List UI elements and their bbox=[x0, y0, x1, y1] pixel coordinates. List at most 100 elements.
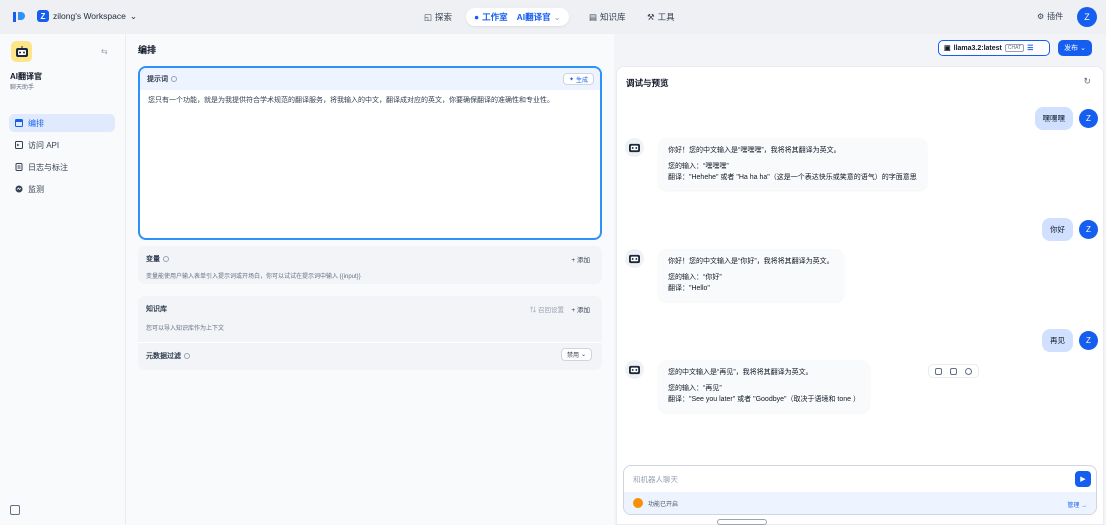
panel-toggle-icon[interactable] bbox=[10, 505, 20, 515]
editor-panel: 编排 提示词 ✦ 生成 您只有一个功能，就是为我提供符合学术规范的翻译服务，将我… bbox=[126, 34, 614, 525]
user-avatar[interactable]: Z bbox=[1077, 7, 1097, 27]
bot-message: 你好！您的中文输入是“嘿嘿嘿”，我将将其翻译为英文。 您的输入：“嘿嘿嘿” 翻译… bbox=[625, 138, 927, 190]
tools-icon: ⚒ bbox=[647, 11, 655, 22]
sparkle-icon: ✦ bbox=[568, 76, 574, 83]
bot-message-line: 翻译："See you later" 或者 "Goodbye"（取决于语境和 t… bbox=[668, 396, 861, 403]
app-name: AI翻译官 bbox=[10, 72, 42, 81]
sidebar-item-monitor[interactable]: 监测 bbox=[9, 180, 115, 198]
sidebar-item-logs[interactable]: 日志与标注 bbox=[9, 158, 115, 176]
variables-description: 变量能使用户输入表单引入提示词或开场白，你可以试试在提示词中输入 {{input… bbox=[146, 274, 361, 280]
chat-composer: ▶ 功能已开启 管理 → bbox=[623, 465, 1097, 515]
publish-button[interactable]: 发布 ⌄ bbox=[1058, 40, 1092, 56]
sidebar-item-label: 监测 bbox=[28, 184, 44, 194]
terminal-icon bbox=[15, 141, 23, 149]
bot-message-line: 翻译："Hello" bbox=[668, 285, 710, 292]
bot-message-line: 您的输入：“你好” bbox=[668, 274, 722, 281]
sidebar-menu: 编排 访问 API 日志与标注 监测 bbox=[9, 114, 115, 202]
nav-explore-label: 探索 bbox=[435, 12, 453, 22]
recall-settings-button[interactable]: ⇅ 召回设置 bbox=[530, 304, 564, 314]
divider bbox=[138, 342, 602, 343]
workspace-name: zilong's Workspace bbox=[53, 11, 126, 21]
metadata-filter-title: 元数据过滤 bbox=[146, 351, 190, 361]
model-selector[interactable]: ▣ llama3.2:latest CHAT ☰ bbox=[938, 40, 1050, 56]
info-icon[interactable] bbox=[163, 256, 169, 262]
feature-icon bbox=[633, 498, 643, 508]
user-message-bubble: 嘿嘿嘿 bbox=[1034, 107, 1073, 130]
nav-explore[interactable]: ◱ 探索 bbox=[424, 8, 452, 26]
sidebar-item-orchestrate[interactable]: 编排 bbox=[9, 114, 115, 132]
user-message-bubble: 再见 bbox=[1042, 329, 1073, 352]
regenerate-icon[interactable] bbox=[965, 367, 972, 375]
bot-message-bubble: 你好！您的中文输入是“嘿嘿嘿”，我将将其翻译为英文。 您的输入：“嘿嘿嘿” 翻译… bbox=[658, 138, 927, 190]
variables-card: 变量 + 添加 变量能使用户输入表单引入提示词或开场白，你可以试试在提示词中输入… bbox=[138, 246, 602, 284]
user-message: 嘿嘿嘿 Z bbox=[1034, 107, 1098, 130]
nav-tools[interactable]: ⚒ 工具 bbox=[647, 8, 675, 26]
manage-link[interactable]: 管理 → bbox=[1067, 500, 1087, 509]
plugin-icon: ⚙ bbox=[1037, 12, 1045, 21]
page-title: 编排 bbox=[138, 45, 157, 55]
plugins-label: 插件 bbox=[1047, 12, 1064, 21]
model-mode-badge: CHAT bbox=[1004, 44, 1025, 52]
debug-preview-panel: 调试与预览 ↻ 嘿嘿嘿 Z 你好！您的中文输入是“嘿嘿嘿”，我将将其翻译为英文。… bbox=[616, 66, 1104, 525]
user-message: 你好 Z bbox=[1042, 218, 1098, 241]
nav-tools-label: 工具 bbox=[657, 12, 675, 22]
generate-button[interactable]: ✦ 生成 bbox=[562, 73, 594, 85]
sidebar-item-label: 访问 API bbox=[28, 140, 60, 150]
add-knowledge-button[interactable]: + 添加 bbox=[571, 304, 590, 314]
sliders-icon: ☰ bbox=[1027, 45, 1034, 52]
dify-logo-icon[interactable] bbox=[12, 10, 26, 24]
send-button[interactable]: ▶ bbox=[1075, 471, 1091, 487]
bot-message-bubble: 你好！您的中文输入是“你好”，我将将其翻译为英文。 您的输入：“你好” 翻译："… bbox=[658, 249, 844, 301]
nav-studio[interactable]: ● 工作室 AI翻译官 ⌄ bbox=[466, 8, 569, 26]
prompt-textarea[interactable]: 您只有一个功能，就是为我提供符合学术规范的翻译服务，将我输入的中文，翻译成对应的… bbox=[140, 90, 600, 111]
add-variable-button[interactable]: + 添加 bbox=[571, 254, 590, 264]
nav-knowledge-label: 知识库 bbox=[600, 12, 626, 22]
bot-message-line: 你好！您的中文输入是“嘿嘿嘿”，我将将其翻译为英文。 bbox=[668, 147, 841, 154]
knowledge-card: 知识库 ⇅ 召回设置 + 添加 您可以导入知识库作为上下文 元数据过滤 禁用 ⌄ bbox=[138, 296, 602, 370]
bot-message-line: 翻译："Hehehe" 或者 "Ha ha ha"（这是一个表达快乐或笑意的语气… bbox=[668, 174, 917, 181]
bot-message: 您的中文输入是“再见”，我将将其翻译为英文。 您的输入：“再见” 翻译："See… bbox=[625, 360, 871, 412]
variables-title: 变量 bbox=[146, 254, 169, 264]
robot-avatar-icon bbox=[625, 138, 644, 157]
settings-icon: ⇅ bbox=[529, 307, 537, 314]
nav-app-selector[interactable]: AI翻译官 bbox=[517, 11, 551, 23]
chat-input[interactable] bbox=[624, 466, 1096, 492]
user-message-bubble: 你好 bbox=[1042, 218, 1073, 241]
arrows-exchange-icon[interactable]: ⇆ bbox=[101, 47, 108, 56]
model-name: llama3.2:latest bbox=[953, 44, 1002, 52]
layout-icon bbox=[15, 119, 23, 127]
prompt-editor[interactable]: 提示词 ✦ 生成 您只有一个功能，就是为我提供符合学术规范的翻译服务，将我输入的… bbox=[138, 66, 602, 268]
clipboard-icon[interactable] bbox=[950, 367, 957, 375]
metadata-filter-label: 元数据过滤 bbox=[146, 353, 181, 360]
nav-knowledge[interactable]: ▤ 知识库 bbox=[589, 8, 626, 26]
bot-message-bubble: 您的中文输入是“再见”，我将将其翻译为英文。 您的输入：“再见” 翻译："See… bbox=[658, 360, 871, 412]
sidebar-item-label: 编排 bbox=[28, 118, 44, 128]
info-icon[interactable] bbox=[184, 353, 190, 359]
workspace-switcher[interactable]: Z zilong's Workspace ⌄ bbox=[37, 10, 137, 22]
prompt-label: 提示词 bbox=[147, 76, 168, 83]
generate-label: 生成 bbox=[575, 77, 588, 84]
user-avatar: Z bbox=[1079, 331, 1098, 350]
bot-message-line: 你好！您的中文输入是“你好”，我将将其翻译为英文。 bbox=[668, 258, 834, 265]
sidebar-item-api[interactable]: 访问 API bbox=[9, 136, 115, 154]
sidebar: ⇆ AI翻译官 聊天助手 编排 访问 API 日志与标注 监测 bbox=[0, 34, 126, 525]
book-icon: ▤ bbox=[589, 11, 598, 22]
send-icon: ▶ bbox=[1080, 476, 1086, 483]
bot-message: 你好！您的中文输入是“你好”，我将将其翻译为英文。 您的输入：“你好” 翻译："… bbox=[625, 249, 844, 301]
robot-avatar-icon bbox=[625, 249, 644, 268]
metadata-filter-select[interactable]: 禁用 ⌄ bbox=[560, 348, 592, 361]
workspace-badge: Z bbox=[37, 10, 49, 22]
message-actions bbox=[928, 364, 979, 378]
robot-avatar-icon bbox=[625, 360, 644, 379]
user-message: 再见 Z bbox=[1042, 329, 1098, 352]
copy-icon[interactable] bbox=[935, 367, 942, 375]
compass-icon: ◱ bbox=[424, 11, 433, 22]
info-icon[interactable] bbox=[171, 76, 177, 82]
refresh-icon[interactable]: ↻ bbox=[1083, 76, 1091, 87]
app-type: 聊天助手 bbox=[10, 85, 35, 91]
knowledge-title: 知识库 bbox=[146, 306, 167, 313]
robot-icon: ▣ bbox=[944, 45, 951, 52]
chevron-down-icon: ⌄ bbox=[553, 11, 561, 22]
feature-status: 功能已开启 bbox=[648, 501, 679, 508]
plugins-button[interactable]: ⚙ 插件 bbox=[1037, 11, 1063, 22]
